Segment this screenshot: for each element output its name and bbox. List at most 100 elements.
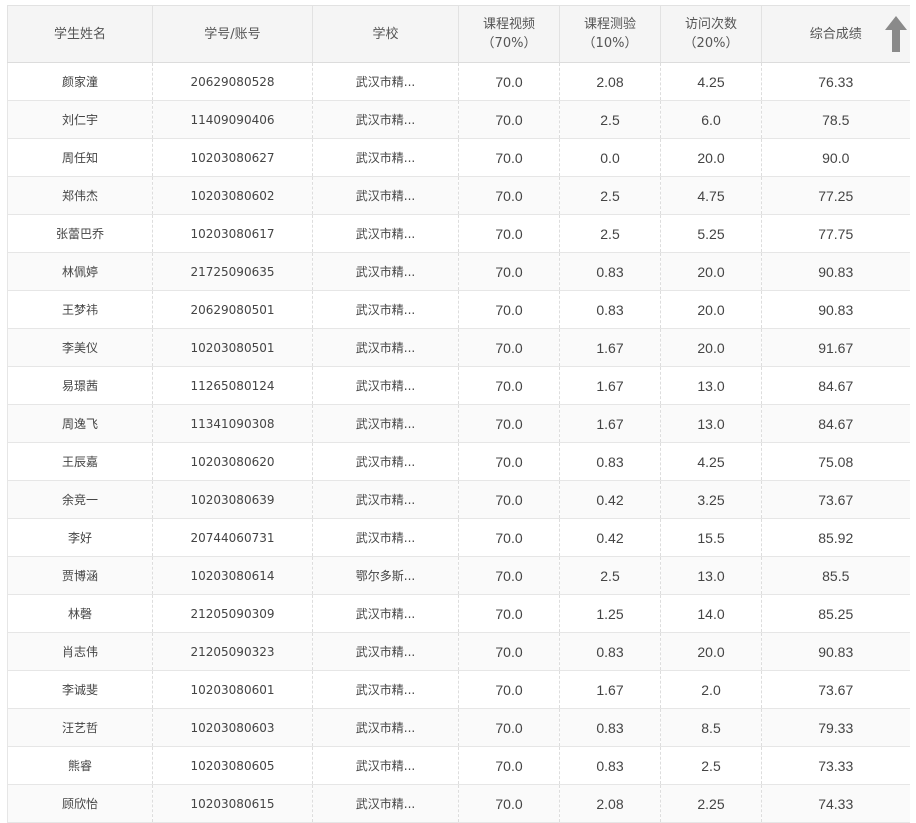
header-row: 学生姓名 学号/账号 学校 课程视频 （70%） 课程测验 （10%） 访问次数… [7, 5, 910, 63]
cell-course-quiz: 0.0 [559, 138, 661, 177]
header-course-quiz-weight: （10%） [582, 36, 638, 51]
cell-course-video: 70.0 [458, 480, 560, 519]
cell-course-video: 70.0 [458, 138, 560, 177]
cell-course-video: 70.0 [458, 214, 560, 253]
header-course-quiz[interactable]: 课程测验 （10%） [559, 5, 661, 63]
cell-visit-count: 2.25 [660, 784, 762, 823]
cell-account: 10203080620 [152, 442, 313, 481]
cell-course-video: 70.0 [458, 632, 560, 671]
header-account[interactable]: 学号/账号 [152, 5, 313, 63]
header-school[interactable]: 学校 [312, 5, 459, 63]
cell-course-quiz: 0.42 [559, 518, 661, 557]
cell-visit-count: 20.0 [660, 138, 762, 177]
cell-school: 武汉市精... [312, 62, 459, 101]
table-row: 李美仪 10203080501 武汉市精... 70.0 1.67 20.0 91.67 [7, 328, 910, 367]
cell-course-quiz: 1.67 [559, 366, 661, 405]
cell-course-video: 70.0 [458, 176, 560, 215]
cell-course-quiz: 2.08 [559, 62, 661, 101]
cell-course-quiz: 0.83 [559, 442, 661, 481]
cell-student-name: 林磬 [7, 594, 153, 633]
cell-total-score: 73.67 [761, 480, 910, 519]
table-body: 颜家潼 20629080528 武汉市精... 70.0 2.08 4.25 76.33 刘仁… [7, 62, 910, 823]
cell-student-name: 颜家潼 [7, 62, 153, 101]
cell-school: 武汉市精... [312, 290, 459, 329]
cell-student-name: 李好 [7, 518, 153, 557]
cell-course-quiz: 0.83 [559, 708, 661, 747]
header-visit-count-weight: （20%） [683, 36, 739, 51]
cell-course-video: 70.0 [458, 100, 560, 139]
cell-visit-count: 13.0 [660, 556, 762, 595]
cell-course-quiz: 0.83 [559, 252, 661, 291]
table-row: 刘仁宇 11409090406 武汉市精... 70.0 2.5 6.0 78.5 [7, 100, 910, 139]
cell-school: 武汉市精... [312, 252, 459, 291]
cell-account: 10203080615 [152, 784, 313, 823]
cell-visit-count: 3.25 [660, 480, 762, 519]
cell-account: 10203080501 [152, 328, 313, 367]
cell-course-video: 70.0 [458, 442, 560, 481]
cell-school: 武汉市精... [312, 670, 459, 709]
cell-account: 10203080614 [152, 556, 313, 595]
cell-total-score: 74.33 [761, 784, 910, 823]
header-course-video[interactable]: 课程视频 （70%） [458, 5, 560, 63]
cell-course-quiz: 0.42 [559, 480, 661, 519]
cell-course-quiz: 2.08 [559, 784, 661, 823]
cell-total-score: 90.83 [761, 290, 910, 329]
cell-total-score: 85.92 [761, 518, 910, 557]
cell-visit-count: 4.25 [660, 62, 762, 101]
cell-account: 21205090309 [152, 594, 313, 633]
table-row: 熊睿 10203080605 武汉市精... 70.0 0.83 2.5 73.33 [7, 746, 910, 785]
cell-total-score: 75.08 [761, 442, 910, 481]
cell-school: 武汉市精... [312, 138, 459, 177]
cell-total-score: 73.67 [761, 670, 910, 709]
cell-account: 11265080124 [152, 366, 313, 405]
cell-course-video: 70.0 [458, 290, 560, 329]
cell-account: 11409090406 [152, 100, 313, 139]
table-row: 郑伟杰 10203080602 武汉市精... 70.0 2.5 4.75 77.25 [7, 176, 910, 215]
cell-account: 20629080528 [152, 62, 313, 101]
cell-course-video: 70.0 [458, 708, 560, 747]
cell-account: 21725090635 [152, 252, 313, 291]
cell-total-score: 84.67 [761, 404, 910, 443]
cell-visit-count: 2.5 [660, 746, 762, 785]
header-visit-count[interactable]: 访问次数 （20%） [660, 5, 762, 63]
cell-account: 20629080501 [152, 290, 313, 329]
cell-school: 武汉市精... [312, 442, 459, 481]
table-row: 张蕾巴乔 10203080617 武汉市精... 70.0 2.5 5.25 77.75 [7, 214, 910, 253]
header-course-video-weight: （70%） [481, 36, 537, 51]
cell-visit-count: 14.0 [660, 594, 762, 633]
cell-visit-count: 15.5 [660, 518, 762, 557]
cell-school: 武汉市精... [312, 480, 459, 519]
cell-school: 武汉市精... [312, 784, 459, 823]
table-row: 李好 20744060731 武汉市精... 70.0 0.42 15.5 85.92 [7, 518, 910, 557]
cell-total-score: 90.0 [761, 138, 910, 177]
table-row: 林磬 21205090309 武汉市精... 70.0 1.25 14.0 85.25 [7, 594, 910, 633]
cell-account: 10203080602 [152, 176, 313, 215]
table-row: 易璟茜 11265080124 武汉市精... 70.0 1.67 13.0 84.67 [7, 366, 910, 405]
up-arrow-icon[interactable] [884, 16, 907, 52]
cell-school: 武汉市精... [312, 632, 459, 671]
cell-course-video: 70.0 [458, 366, 560, 405]
cell-course-quiz: 2.5 [559, 556, 661, 595]
table-header: 学生姓名 学号/账号 学校 课程视频 （70%） 课程测验 （10%） 访问次数… [7, 5, 910, 63]
header-student-name[interactable]: 学生姓名 [7, 5, 153, 63]
cell-school: 武汉市精... [312, 518, 459, 557]
cell-school: 武汉市精... [312, 214, 459, 253]
cell-visit-count: 20.0 [660, 632, 762, 671]
header-total-score[interactable]: 综合成绩 [761, 5, 910, 63]
cell-course-video: 70.0 [458, 252, 560, 291]
cell-student-name: 林佩婷 [7, 252, 153, 291]
cell-total-score: 90.83 [761, 632, 910, 671]
cell-course-quiz: 1.67 [559, 670, 661, 709]
cell-student-name: 李诚斐 [7, 670, 153, 709]
table-row: 顾欣怡 10203080615 武汉市精... 70.0 2.08 2.25 74.33 [7, 784, 910, 823]
cell-course-quiz: 1.25 [559, 594, 661, 633]
table-row: 余竞一 10203080639 武汉市精... 70.0 0.42 3.25 73.67 [7, 480, 910, 519]
table-row: 肖志伟 21205090323 武汉市精... 70.0 0.83 20.0 90.83 [7, 632, 910, 671]
cell-course-quiz: 2.5 [559, 100, 661, 139]
table-row: 李诚斐 10203080601 武汉市精... 70.0 1.67 2.0 73.67 [7, 670, 910, 709]
cell-course-quiz: 1.67 [559, 328, 661, 367]
grade-table-container: 学生姓名 学号/账号 学校 课程视频 （70%） 课程测验 （10%） 访问次数… [7, 5, 910, 823]
cell-school: 武汉市精... [312, 404, 459, 443]
table-row: 周任知 10203080627 武汉市精... 70.0 0.0 20.0 90.0 [7, 138, 910, 177]
cell-course-video: 70.0 [458, 404, 560, 443]
